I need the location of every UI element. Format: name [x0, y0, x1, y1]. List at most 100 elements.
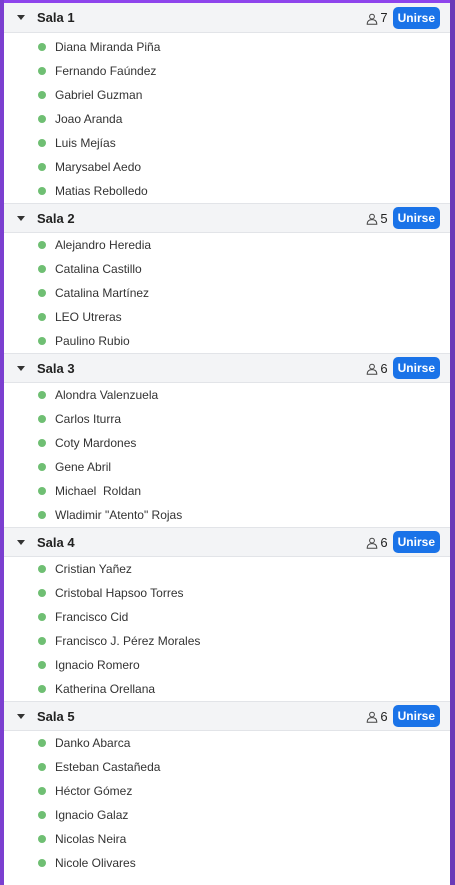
participant-count: 5: [366, 211, 388, 226]
person-icon: [366, 12, 378, 25]
online-dot-icon: [38, 391, 46, 399]
member-item: Ignacio Romero: [4, 653, 450, 677]
online-dot-icon: [38, 637, 46, 645]
online-dot-icon: [38, 487, 46, 495]
member-name: Fernando Faúndez: [55, 64, 157, 78]
online-dot-icon: [38, 685, 46, 693]
join-room-button[interactable]: Unirse: [392, 6, 440, 29]
member-name: Nicole Olivares: [55, 856, 136, 870]
online-dot-icon: [38, 463, 46, 471]
online-dot-icon: [38, 787, 46, 795]
member-name: Diana Miranda Piña: [55, 40, 161, 54]
online-dot-icon: [38, 835, 46, 843]
caret-down-icon[interactable]: [17, 539, 25, 545]
app-background: Sala 1 7 Unirse Diana Miranda Piña Fernando …: [0, 0, 455, 885]
member-item: Ignacio Galaz: [4, 803, 450, 827]
person-icon: [366, 362, 378, 375]
participant-count-value: 6: [380, 534, 388, 550]
online-dot-icon: [38, 511, 46, 519]
online-dot-icon: [38, 589, 46, 597]
online-dot-icon: [38, 115, 46, 123]
room-name: Sala 4: [37, 534, 75, 550]
room-header[interactable]: Sala 5 6 Unirse: [4, 701, 450, 731]
online-dot-icon: [38, 241, 46, 249]
member-list: Danko Abarca Esteban Castañeda Héctor Góme…: [4, 731, 450, 875]
online-dot-icon: [38, 289, 46, 297]
member-name: Wladimir "Atento" Rojas: [55, 508, 183, 522]
join-room-button[interactable]: Unirse: [392, 531, 440, 553]
room-header[interactable]: Sala 4 6 Unirse: [4, 527, 450, 557]
room-section: Sala 3 6 Unirse Alondra Valenzuela Carlos It…: [4, 353, 450, 527]
room-section: Sala 4 6 Unirse Cristian Yañez Cristobal Hap…: [4, 527, 450, 701]
member-item: Gabriel Guzman: [4, 83, 450, 107]
member-item: Luis Mejías: [4, 131, 450, 155]
member-item: Francisco J. Pérez Morales: [4, 629, 450, 653]
member-item: Carlos Iturra: [4, 407, 450, 431]
member-item: Fernando Faúndez: [4, 59, 450, 83]
online-dot-icon: [38, 139, 46, 147]
member-item: Cristobal Hapsoo Torres: [4, 581, 450, 605]
room-header[interactable]: Sala 1 7 Unirse: [4, 3, 450, 33]
room-header[interactable]: Sala 3 6 Unirse: [4, 353, 450, 383]
member-item: Katherina Orellana: [4, 677, 450, 701]
member-name: Nicolas Neira: [55, 832, 127, 846]
member-name: Cristian Yañez: [55, 562, 132, 576]
member-name: Marysabel Aedo: [55, 160, 142, 174]
member-list: Diana Miranda Piña Fernando Faúndez Gabrie…: [4, 33, 450, 203]
member-name: Paulino Rubio: [55, 334, 130, 348]
member-list: Alejandro Heredia Catalina Castillo Catali…: [4, 233, 450, 353]
member-name: Francisco J. Pérez Morales: [55, 634, 201, 648]
breakout-rooms-panel: Sala 1 7 Unirse Diana Miranda Piña Fernando …: [4, 3, 450, 885]
participant-count: 7: [366, 10, 388, 25]
caret-down-icon[interactable]: [17, 215, 25, 221]
member-item: Michael Roldan: [4, 479, 450, 503]
member-name: Ignacio Galaz: [55, 808, 129, 822]
participant-count-value: 6: [380, 360, 388, 376]
online-dot-icon: [38, 313, 46, 321]
join-room-button[interactable]: Unirse: [392, 207, 440, 229]
member-name: Luis Mejías: [55, 136, 116, 150]
online-dot-icon: [38, 613, 46, 621]
member-item: Coty Mardones: [4, 431, 450, 455]
participant-count: 6: [366, 534, 388, 550]
member-item: LEO Utreras: [4, 305, 450, 329]
participant-count: 6: [366, 360, 388, 376]
member-item: Danko Abarca: [4, 731, 450, 755]
member-item: Héctor Gómez: [4, 779, 450, 803]
caret-down-icon[interactable]: [17, 713, 25, 719]
caret-down-icon[interactable]: [17, 15, 25, 20]
online-dot-icon: [38, 43, 46, 51]
member-name: Gabriel Guzman: [55, 88, 143, 102]
caret-down-icon[interactable]: [17, 365, 25, 371]
member-name: Francisco Cid: [55, 610, 129, 624]
member-name: Cristobal Hapsoo Torres: [55, 586, 184, 600]
member-name: Matias Rebolledo: [55, 184, 148, 198]
member-item: Matias Rebolledo: [4, 179, 450, 203]
member-name: Héctor Gómez: [55, 784, 133, 798]
room-section: Sala 1 7 Unirse Diana Miranda Piña Fernando …: [4, 3, 450, 203]
member-item: Francisco Cid: [4, 605, 450, 629]
online-dot-icon: [38, 565, 46, 573]
member-name: Alejandro Heredia: [55, 238, 152, 252]
room-section: Sala 5 6 Unirse Danko Abarca Esteban Castañe…: [4, 701, 450, 875]
member-name: Michael Roldan: [55, 484, 142, 498]
online-dot-icon: [38, 763, 46, 771]
member-item: Alejandro Heredia: [4, 233, 450, 257]
participant-count-value: 7: [380, 10, 388, 25]
member-item: Joao Aranda: [4, 107, 450, 131]
member-list: Cristian Yañez Cristobal Hapsoo Torres Fra…: [4, 557, 450, 701]
room-name: Sala 1: [37, 10, 75, 25]
join-room-button[interactable]: Unirse: [392, 357, 440, 379]
online-dot-icon: [38, 265, 46, 273]
room-header[interactable]: Sala 2 5 Unirse: [4, 203, 450, 233]
member-name: Esteban Castañeda: [55, 760, 161, 774]
online-dot-icon: [38, 859, 46, 867]
online-dot-icon: [38, 415, 46, 423]
member-name: LEO Utreras: [55, 310, 122, 324]
member-name: Coty Mardones: [55, 436, 137, 450]
join-room-button[interactable]: Unirse: [392, 705, 440, 727]
member-name: Ignacio Romero: [55, 658, 140, 672]
member-list: Alondra Valenzuela Carlos Iturra Coty Mard…: [4, 383, 450, 527]
room-name: Sala 3: [37, 360, 75, 376]
member-item: Gene Abril: [4, 455, 450, 479]
